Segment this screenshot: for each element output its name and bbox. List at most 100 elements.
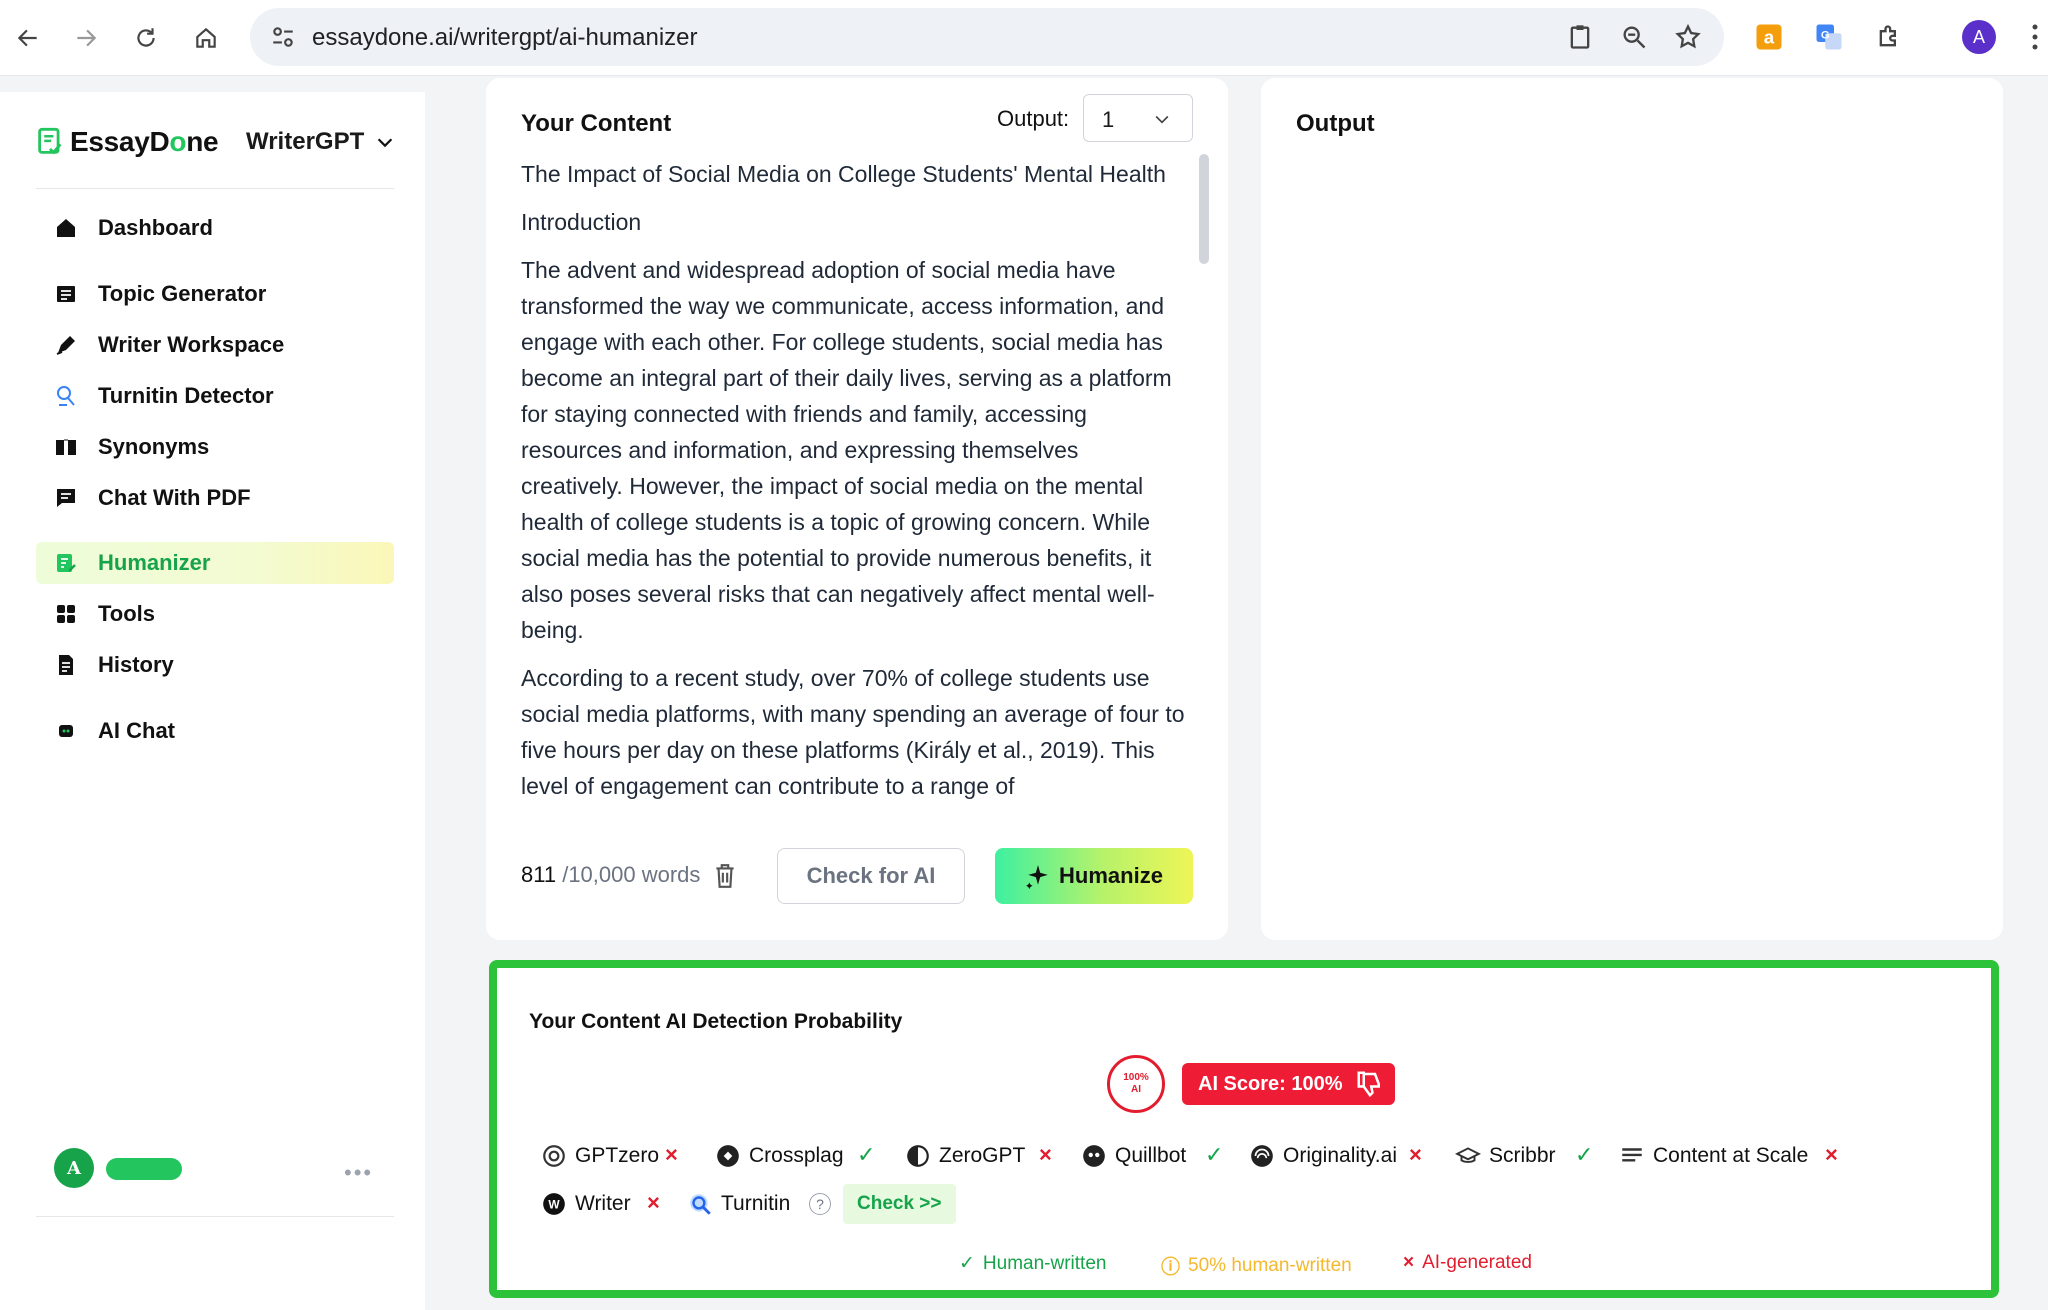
trash-icon[interactable] — [712, 862, 738, 890]
site-settings-icon[interactable] — [270, 24, 296, 50]
user-name-redacted — [106, 1158, 182, 1180]
content-textarea[interactable]: The Impact of Social Media on College St… — [521, 156, 1186, 828]
help-icon[interactable]: ? — [809, 1193, 831, 1215]
detector-name: ZeroGPT — [939, 1144, 1026, 1167]
ring-label: AI — [1131, 1084, 1141, 1095]
sidebar-item-history[interactable]: History — [36, 644, 394, 686]
zoom-icon[interactable] — [1620, 23, 1648, 51]
sidebar: EssayDone WriterGPT Dashboard Topic Gene… — [0, 92, 425, 1310]
sidebar-item-synonyms[interactable]: Synonyms — [36, 426, 394, 468]
detector-gptzero: GPTzero — [541, 1138, 659, 1174]
result-ai-mark: × — [1825, 1142, 1838, 1167]
sidebar-item-topic-generator[interactable]: Topic Generator — [36, 273, 394, 315]
flask-icon — [52, 382, 80, 410]
detector-name: Content at Scale — [1653, 1144, 1809, 1167]
sidebar-item-chat-with-pdf[interactable]: Chat With PDF — [36, 477, 394, 519]
robot-icon — [52, 717, 80, 745]
browser-toolbar: essaydone.ai/writergpt/ai-humanizer a G … — [0, 0, 2048, 76]
file-icon — [52, 651, 80, 679]
sparkle-icon — [1026, 865, 1048, 889]
house-icon — [196, 27, 216, 48]
detector-scribbr: Scribbr — [1455, 1138, 1556, 1174]
content-paragraph: The Impact of Social Media on College St… — [521, 161, 1166, 187]
result-human-mark: ✓ — [1575, 1142, 1594, 1167]
product-switcher[interactable]: WriterGPT — [246, 128, 396, 156]
output-count-select[interactable]: 1 — [1083, 94, 1193, 142]
output-title: Output — [1296, 110, 1375, 137]
detection-title: Your Content AI Detection Probability — [529, 1010, 903, 1033]
ai-score-ring: 100% AI — [1107, 1055, 1165, 1113]
output-count-value: 1 — [1102, 107, 1115, 132]
reload-button[interactable] — [126, 18, 166, 58]
sidebar-item-label: History — [98, 652, 174, 677]
legend-label: 50% human-written — [1188, 1254, 1352, 1276]
clipboard-icon[interactable] — [1566, 23, 1594, 51]
sidebar-item-humanizer[interactable]: Humanizer — [36, 542, 394, 584]
amazon-extension-icon[interactable]: a — [1752, 20, 1786, 54]
list-icon — [52, 280, 80, 308]
result-ai-mark: × — [647, 1190, 660, 1215]
arrow-left-icon — [17, 29, 37, 47]
home-button[interactable] — [186, 18, 226, 58]
chat-icon — [52, 484, 80, 512]
sidebar-item-writer-workspace[interactable]: Writer Workspace — [36, 324, 394, 366]
forward-button[interactable] — [66, 18, 106, 58]
grid-icon — [52, 600, 80, 628]
result-ai-mark: × — [665, 1142, 678, 1167]
detector-name: GPTzero — [575, 1144, 660, 1167]
essaydone-logo-icon — [38, 127, 62, 155]
sidebar-item-label: Tools — [98, 601, 156, 626]
more-vert-icon[interactable] — [2030, 22, 2040, 52]
sidebar-item-label: Humanizer — [98, 550, 211, 575]
legend-label: AI-generated — [1422, 1252, 1532, 1273]
output-count-label: Output: — [997, 106, 1070, 131]
check-for-ai-button[interactable]: Check for AI — [777, 848, 965, 904]
chevron-down-icon — [378, 138, 393, 148]
turnitin-check-link[interactable]: Check >> — [843, 1184, 956, 1224]
user-avatar[interactable]: A — [54, 1148, 94, 1188]
sidebar-item-label: Topic Generator — [98, 281, 267, 306]
user-menu-button[interactable]: ••• — [344, 1160, 373, 1186]
detector-name: Turnitin — [721, 1192, 791, 1215]
document-pen-icon — [52, 549, 80, 577]
url-text[interactable]: essaydone.ai/writergpt/ai-humanizer — [312, 24, 698, 52]
chevron-down-icon — [1155, 115, 1169, 124]
detector-crossplag: Crossplag — [715, 1138, 844, 1174]
sidebar-item-turnitin-detector[interactable]: Turnitin Detector — [36, 375, 394, 417]
profile-avatar[interactable]: A — [1962, 20, 1996, 54]
detector-originality: Originality.ai — [1249, 1138, 1397, 1174]
result-human-mark: ✓ — [1205, 1142, 1224, 1167]
content-at-scale-icon — [1619, 1143, 1645, 1169]
humanize-label: Humanize — [1059, 863, 1163, 888]
sidebar-item-tools[interactable]: Tools — [36, 593, 394, 635]
amazon-icon: a — [1756, 24, 1782, 50]
originality-icon — [1249, 1143, 1275, 1169]
crossplag-icon — [715, 1143, 741, 1169]
legend-half: ⓘ 50% human-written — [1161, 1252, 1352, 1279]
back-button[interactable] — [8, 18, 48, 58]
zerogpt-icon — [905, 1143, 931, 1169]
extensions-button[interactable] — [1872, 20, 1906, 54]
result-ai-mark: × — [1409, 1142, 1422, 1167]
cross-icon: × — [1403, 1252, 1415, 1273]
detector-quillbot: Quillbot — [1081, 1138, 1186, 1174]
sidebar-item-ai-chat[interactable]: AI Chat — [36, 710, 394, 752]
address-bar[interactable]: essaydone.ai/writergpt/ai-humanizer — [250, 8, 1724, 66]
pen-icon — [52, 331, 80, 359]
translate-extension-icon[interactable]: G — [1812, 20, 1846, 54]
bookmark-star-icon[interactable] — [1674, 23, 1702, 51]
logo-text: EssayDone — [70, 126, 219, 157]
logo[interactable]: EssayDone — [36, 126, 219, 158]
scribbr-icon — [1455, 1143, 1481, 1169]
humanize-button[interactable]: Humanize — [995, 848, 1193, 904]
sidebar-item-label: Synonyms — [98, 434, 210, 459]
legend-label: Human-written — [982, 1252, 1107, 1274]
sidebar-item-dashboard[interactable]: Dashboard — [36, 207, 394, 249]
detector-zerogpt: ZeroGPT — [905, 1138, 1025, 1174]
reload-icon — [137, 28, 155, 47]
content-scrollbar[interactable] — [1199, 154, 1209, 264]
sidebar-item-label: Dashboard — [98, 215, 213, 240]
result-human-mark: ✓ — [857, 1142, 876, 1167]
sidebar-divider — [36, 188, 394, 189]
legend-human: ✓ Human-written — [959, 1252, 1106, 1275]
